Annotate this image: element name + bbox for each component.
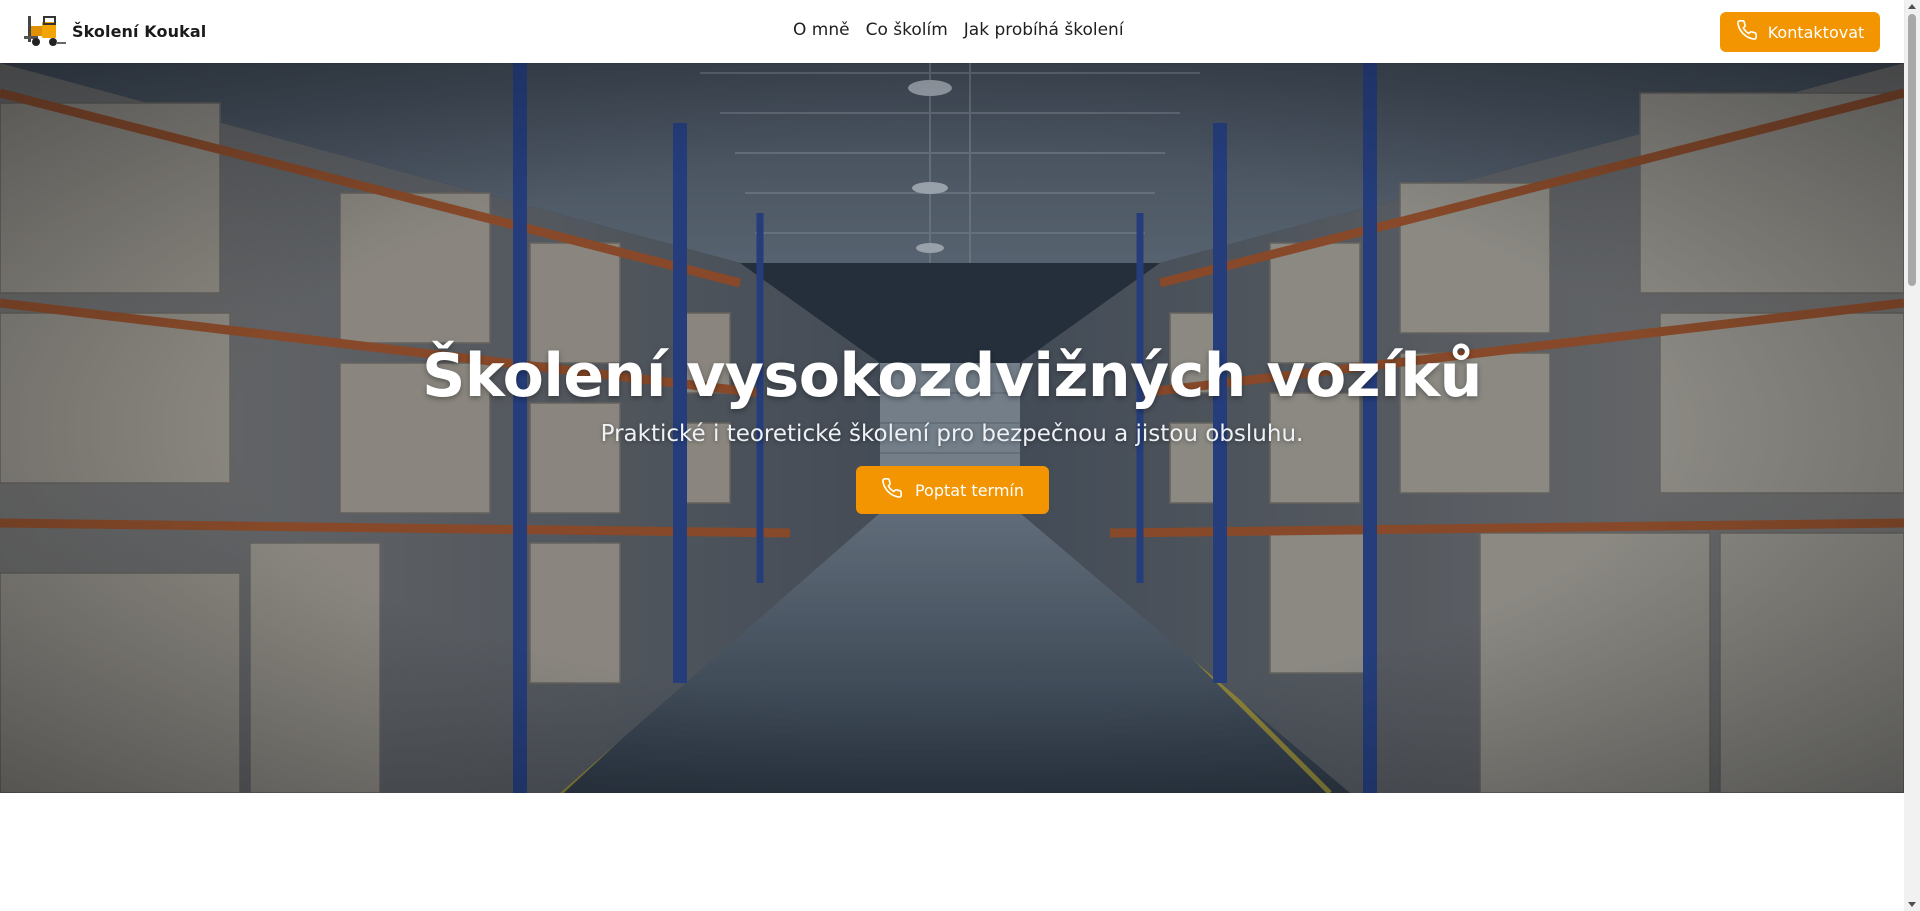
contact-button-label: Kontaktovat [1767,22,1865,42]
hero-section: Školení vysokozdvižných vozíků Praktické… [0,63,1904,793]
main-nav: O mně Co školím Jak probíhá školení [793,20,1124,40]
hero-title: Školení vysokozdvižných vozíků [422,341,1482,411]
request-date-button-label: Poptat termín [914,480,1025,500]
forklift-icon [22,14,68,48]
nav-link-co-skolim[interactable]: Co školím [866,20,948,40]
brand-name: Školení Koukal [72,21,207,41]
phone-icon [1736,19,1758,45]
site-header: Školení Koukal O mně Co školím Jak probí… [0,0,1904,63]
page-scrollbar[interactable] [1904,0,1920,911]
phone-icon [881,477,903,503]
scrollbar-thumb[interactable] [1908,14,1916,286]
nav-link-o-mne[interactable]: O mně [793,20,850,40]
contact-button[interactable]: Kontaktovat [1720,12,1880,52]
hero-subtitle: Praktické i teoretické školení pro bezpe… [600,421,1304,447]
scroll-up-arrow-icon[interactable] [1908,4,1916,9]
scroll-down-arrow-icon[interactable] [1908,902,1916,907]
brand[interactable]: Školení Koukal [22,14,206,48]
nav-link-jak-probiha[interactable]: Jak probíhá školení [964,20,1124,40]
request-date-button[interactable]: Poptat termín [856,466,1049,514]
